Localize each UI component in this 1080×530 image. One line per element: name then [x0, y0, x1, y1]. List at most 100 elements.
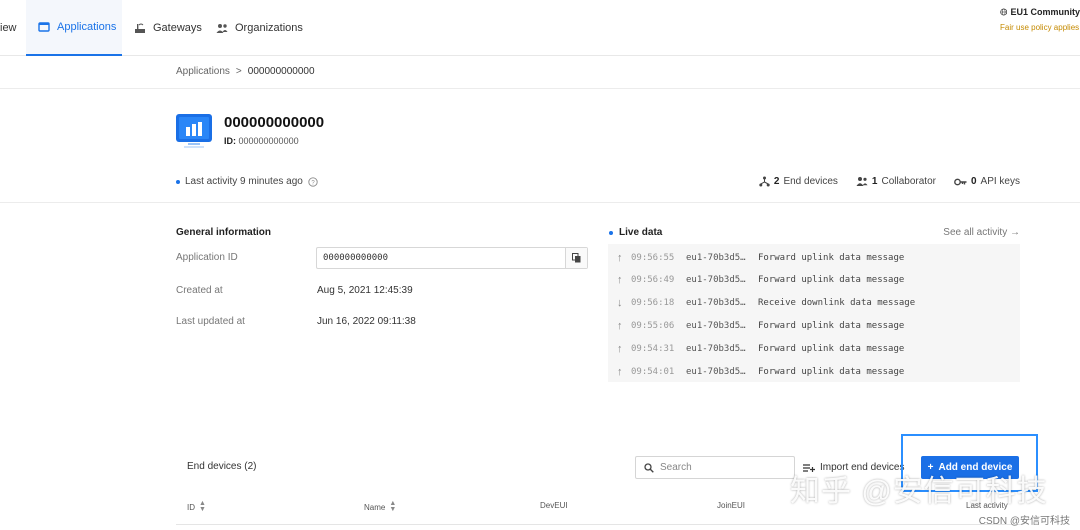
nav-tab-organizations[interactable]: Organizations — [216, 0, 303, 56]
api-keys-label: API keys — [980, 176, 1020, 187]
event-message: Forward uplink data message — [758, 252, 905, 263]
event-time: 09:56:18 — [631, 298, 675, 309]
top-nav: iew Applications Gateways Organizations … — [0, 0, 1080, 56]
event-message: Forward uplink data message — [758, 275, 905, 286]
nav-tab-applications-label: Applications — [57, 21, 117, 33]
key-icon — [954, 178, 967, 185]
collaborators-count: 1 — [871, 176, 878, 187]
live-event-row[interactable]: ↑ 09:56:55 eu1-70b3d5… Forward uplink data … — [608, 246, 1020, 269]
created-at-value: Aug 5, 2021 12:45:39 — [317, 285, 413, 296]
nav-tab-overview[interactable]: iew — [0, 0, 22, 56]
column-id-label: ID — [187, 502, 195, 512]
sort-icon: ▲ ▼ — [389, 500, 397, 513]
app-id-label: ID: — [224, 136, 236, 146]
end-devices-label: End devices — [783, 176, 838, 187]
live-event-row[interactable]: ↑ 09:55:06 eu1-70b3d5… Forward uplink data … — [608, 314, 1020, 337]
copy-icon — [572, 253, 581, 263]
divider — [0, 202, 1080, 203]
updated-at-value: Jun 16, 2022 09:11:38 — [317, 316, 416, 327]
table-divider — [176, 524, 1021, 525]
end-devices-stat[interactable]: 2 End devices — [759, 176, 838, 187]
live-event-row[interactable]: ↑ 09:54:01 eu1-70b3d5… Forward uplink data … — [608, 360, 1020, 383]
divider — [0, 88, 1080, 89]
event-message: Receive downlink data message — [758, 298, 916, 309]
live-event-row[interactable]: ↓ 09:56:18 eu1-70b3d5… Receive downlink dat… — [608, 292, 1020, 315]
column-header-deveui: DevEUI — [540, 501, 568, 510]
arrow-up-icon: ↑ — [617, 319, 623, 332]
event-device: eu1-70b3d5… — [686, 298, 746, 309]
created-at-label: Created at — [176, 285, 223, 296]
live-data-label: Live data — [619, 227, 663, 238]
application-id-label: Application ID — [176, 252, 238, 263]
event-message: Forward uplink data message — [758, 366, 905, 377]
nav-tab-overview-label: iew — [0, 22, 17, 34]
nav-tab-gateways[interactable]: Gateways — [134, 0, 202, 56]
application-icon — [176, 113, 212, 149]
page-title: 000000000000 — [224, 114, 325, 131]
collaborators-icon — [856, 177, 868, 186]
search-placeholder: Search — [660, 462, 692, 473]
nav-tab-organizations-label: Organizations — [235, 22, 303, 34]
general-info-title: General information — [176, 227, 272, 238]
end-devices-title: End devices (2) — [187, 461, 257, 472]
last-activity-text: Last activity 9 minutes ago — [185, 176, 303, 187]
arrow-up-icon: ↑ — [617, 274, 623, 287]
event-device: eu1-70b3d5… — [686, 343, 746, 354]
globe-icon — [1000, 8, 1008, 16]
column-name-label: Name — [364, 502, 386, 512]
devices-icon — [759, 176, 770, 187]
event-time: 09:55:06 — [631, 320, 675, 331]
column-header-name[interactable]: Name ▲ ▼ — [364, 500, 397, 513]
live-event-row[interactable]: ↑ 09:54:31 eu1-70b3d5… Forward uplink data … — [608, 337, 1020, 360]
fair-use-link[interactable]: Fair use policy applies — [1000, 23, 1080, 32]
breadcrumb-separator: > — [235, 66, 242, 77]
event-message: Forward uplink data message — [758, 320, 905, 331]
collaborators-label: Collaborator — [881, 176, 936, 187]
breadcrumb-applications[interactable]: Applications — [176, 66, 230, 77]
watermark-zhihu: 知乎 @安信可科技 — [790, 475, 1048, 508]
api-keys-stat[interactable]: 0 API keys — [954, 176, 1020, 187]
event-time: 09:56:49 — [631, 275, 675, 286]
live-dot — [609, 230, 613, 235]
live-data-title: Live data — [609, 227, 662, 238]
last-activity: Last activity 9 minutes ago ? — [176, 176, 318, 187]
live-event-row[interactable]: ↑ 09:56:49 eu1-70b3d5… Forward uplink data … — [608, 269, 1020, 292]
watermark-csdn: CSDN @安信可科技 — [978, 516, 1070, 527]
column-header-id[interactable]: ID ▲ ▼ — [187, 500, 206, 513]
app-stats: 2 End devices 1 Collaborator 0 API keys — [759, 176, 1020, 187]
event-time: 09:54:31 — [631, 343, 675, 354]
collaborators-stat[interactable]: 1 Collaborator — [856, 176, 936, 187]
search-input[interactable]: Search — [635, 456, 795, 479]
event-device: eu1-70b3d5… — [686, 320, 746, 331]
nav-tab-applications[interactable]: Applications — [26, 0, 122, 56]
api-keys-count: 0 — [970, 176, 977, 187]
nav-tab-gateways-label: Gateways — [153, 22, 202, 34]
applications-icon — [38, 22, 50, 32]
event-device: eu1-70b3d5… — [686, 366, 746, 377]
help-icon[interactable]: ? — [308, 176, 318, 187]
app-id: ID: 000000000000 — [224, 136, 299, 146]
updated-at-label: Last updated at — [176, 316, 245, 327]
column-header-joineui: JoinEUI — [717, 501, 745, 510]
see-all-activity-link[interactable]: See all activity → — [943, 227, 1020, 238]
column-joineui-label: JoinEUI — [717, 501, 746, 510]
app-id-value: 000000000000 — [238, 136, 299, 146]
gateway-icon — [135, 23, 145, 33]
region-label: EU1 Community — [1010, 7, 1080, 17]
arrow-up-icon: ↑ — [617, 365, 623, 378]
event-message: Forward uplink data message — [758, 343, 905, 354]
arrow-up-icon: ↑ — [617, 251, 623, 264]
event-device: eu1-70b3d5… — [686, 252, 746, 263]
copy-button[interactable] — [565, 248, 587, 268]
region-selector[interactable]: EU1 Community Fair use policy applies — [1000, 6, 1080, 32]
search-icon — [644, 462, 654, 473]
event-device: eu1-70b3d5… — [686, 275, 746, 286]
arrow-down-icon: ↓ — [617, 297, 623, 310]
application-id-field[interactable]: 000000000000 — [316, 247, 588, 269]
application-id-value[interactable]: 000000000000 — [317, 248, 565, 268]
status-dot — [176, 179, 180, 184]
arrow-up-icon: ↑ — [617, 342, 623, 355]
event-time: 09:56:55 — [631, 252, 675, 263]
event-time: 09:54:01 — [631, 366, 675, 377]
column-deveui-label: DevEUI — [540, 501, 568, 510]
